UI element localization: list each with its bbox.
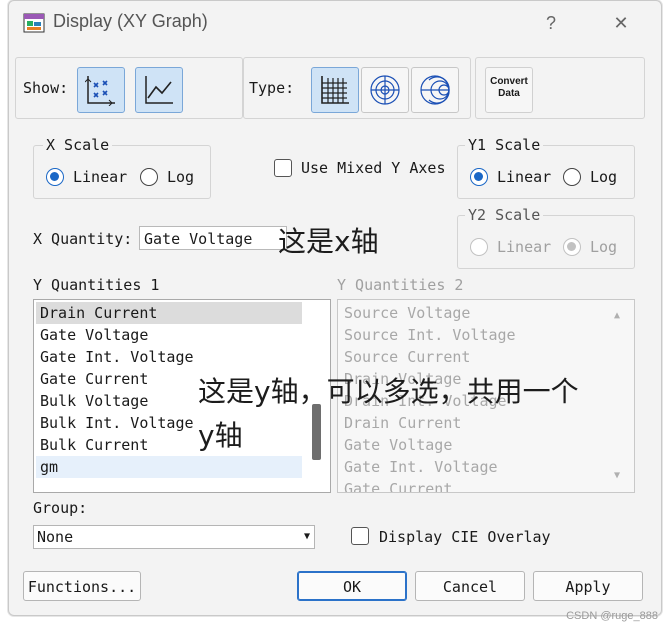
list-item[interactable]: Source Current xyxy=(340,346,606,368)
scatter-plot-button[interactable] xyxy=(77,67,125,113)
scroll-up-icon[interactable]: ▲ xyxy=(614,310,620,321)
convert-data-line2: Data xyxy=(498,88,520,99)
type-label: Type: xyxy=(249,79,295,97)
x-scale-linear-radio[interactable] xyxy=(46,168,64,186)
y1-scale-linear-label: Linear xyxy=(497,168,552,186)
y-axis-annotation-line2: y轴 xyxy=(198,419,243,452)
cartesian-grid-icon xyxy=(321,76,349,104)
group-select[interactable]: None ▼ xyxy=(33,525,315,549)
list-item[interactable]: Source Int. Voltage xyxy=(340,324,606,346)
dialog-window: Display (XY Graph) ? ✕ Show: Type: Conve… xyxy=(8,0,662,616)
list-item[interactable]: Gate Voltage xyxy=(36,324,302,346)
smith-chart-button[interactable] xyxy=(411,67,459,113)
x-quantity-field[interactable]: Gate Voltage xyxy=(139,226,287,250)
x-quantity-label: X Quantity: xyxy=(33,230,133,248)
title-bar: Display (XY Graph) ? ✕ xyxy=(9,1,661,45)
y1-scale-title: Y1 Scale xyxy=(465,136,544,154)
y2-scale-linear-radio[interactable] xyxy=(470,238,488,256)
scatter-plot-icon xyxy=(85,76,115,106)
x-axis-annotation: 这是x轴 xyxy=(278,225,379,258)
show-label: Show: xyxy=(23,79,69,97)
list-item[interactable]: gm xyxy=(36,456,302,478)
x-scale-log-label: Log xyxy=(167,168,195,186)
x-scale-linear-label: Linear xyxy=(73,168,128,186)
list-item[interactable]: Drain Current xyxy=(36,302,302,324)
close-button[interactable]: ✕ xyxy=(607,11,635,35)
list-item[interactable]: Gate Int. Voltage xyxy=(36,346,302,368)
y-quantities-2-label: Y Quantities 2 xyxy=(337,276,464,294)
list-scrollbar-thumb[interactable] xyxy=(312,404,321,460)
list-item[interactable]: Source Voltage xyxy=(340,302,606,324)
window-title: Display (XY Graph) xyxy=(53,11,208,31)
y1-scale-log-radio[interactable] xyxy=(563,168,581,186)
y-quantities-1-label: Y Quantities 1 xyxy=(33,276,160,294)
x-scale-title: X Scale xyxy=(43,136,113,154)
y2-scale-log-label: Log xyxy=(590,238,618,256)
convert-data-line1: Convert xyxy=(490,76,528,87)
y1-scale-log-label: Log xyxy=(590,168,618,186)
polar-chart-button[interactable] xyxy=(361,67,409,113)
line-plot-icon xyxy=(145,76,173,104)
y1-scale-linear-radio[interactable] xyxy=(470,168,488,186)
app-icon xyxy=(23,13,45,33)
polar-chart-icon xyxy=(370,75,400,105)
cie-overlay-label: Display CIE Overlay xyxy=(379,528,551,546)
group-select-value: None xyxy=(37,528,74,546)
cartesian-grid-button[interactable] xyxy=(311,67,359,113)
cie-overlay-checkbox[interactable] xyxy=(351,527,369,545)
list-item[interactable]: Gate Int. Voltage xyxy=(340,456,606,478)
group-label: Group: xyxy=(33,499,88,517)
watermark: CSDN @ruge_888 xyxy=(566,610,658,622)
help-button[interactable]: ? xyxy=(537,11,565,35)
cancel-button[interactable]: Cancel xyxy=(415,571,525,601)
list-item[interactable]: Bulk Int. Voltage xyxy=(36,412,302,434)
list-item[interactable]: Drain Current xyxy=(340,412,606,434)
apply-button[interactable]: Apply xyxy=(533,571,643,601)
mixed-y-axes-checkbox[interactable] xyxy=(274,159,292,177)
functions-button[interactable]: Functions... xyxy=(23,571,141,601)
x-scale-log-radio[interactable] xyxy=(140,168,158,186)
y2-scale-linear-label: Linear xyxy=(497,238,552,256)
list-item[interactable]: Bulk Current xyxy=(36,434,302,456)
y2-scale-title: Y2 Scale xyxy=(465,206,544,224)
list-item[interactable]: Gate Voltage xyxy=(340,434,606,456)
y-axis-annotation-line1: 这是y轴，可以多选，共用一个 xyxy=(198,375,579,408)
chevron-down-icon: ▼ xyxy=(303,531,310,542)
scroll-down-icon[interactable]: ▼ xyxy=(614,470,620,481)
mixed-y-axes-label: Use Mixed Y Axes xyxy=(301,159,446,177)
line-plot-button[interactable] xyxy=(135,67,183,113)
smith-chart-icon xyxy=(420,75,450,105)
convert-data-button[interactable]: Convert Data xyxy=(485,67,533,113)
list-item[interactable]: Gate Current xyxy=(340,478,606,492)
ok-button[interactable]: OK xyxy=(297,571,407,601)
y2-scale-log-radio[interactable] xyxy=(563,238,581,256)
